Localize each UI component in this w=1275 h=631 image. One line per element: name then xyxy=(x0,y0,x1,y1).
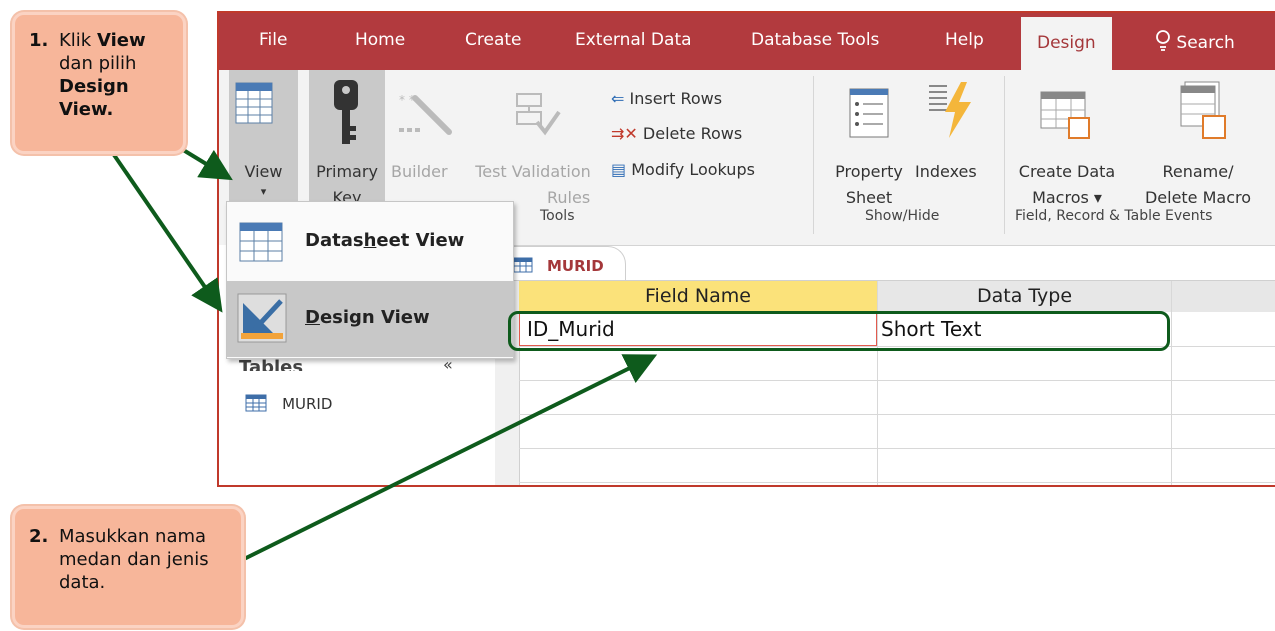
arrow-to-design-view xyxy=(110,150,223,313)
callout-2-number: 2. xyxy=(29,526,49,547)
callout-step-2: 2. Masukkan nama medan dan jenis data. xyxy=(12,506,244,628)
callout-2-text: Masukkan nama medan dan jenis data. xyxy=(59,525,239,594)
callout-1-bold: Design xyxy=(59,76,129,97)
arrow-to-view-button xyxy=(178,146,233,181)
callout-1-text: Klik View dan pilih Design View. xyxy=(59,29,179,121)
arrow-to-field-row xyxy=(241,354,658,562)
callout-1-bold: View xyxy=(96,30,146,51)
callout-1-number: 1. xyxy=(29,30,49,51)
callout-1-text-part: dan pilih xyxy=(59,53,137,74)
callout-1-bold: View. xyxy=(59,99,114,120)
callout-1-text-part: Klik xyxy=(59,30,97,51)
callout-step-1: 1. Klik View dan pilih Design View. xyxy=(12,12,186,154)
callout-2-line: medan dan jenis xyxy=(59,549,209,570)
callout-2-line: Masukkan nama xyxy=(59,526,207,547)
callout-2-line: data. xyxy=(59,572,106,593)
